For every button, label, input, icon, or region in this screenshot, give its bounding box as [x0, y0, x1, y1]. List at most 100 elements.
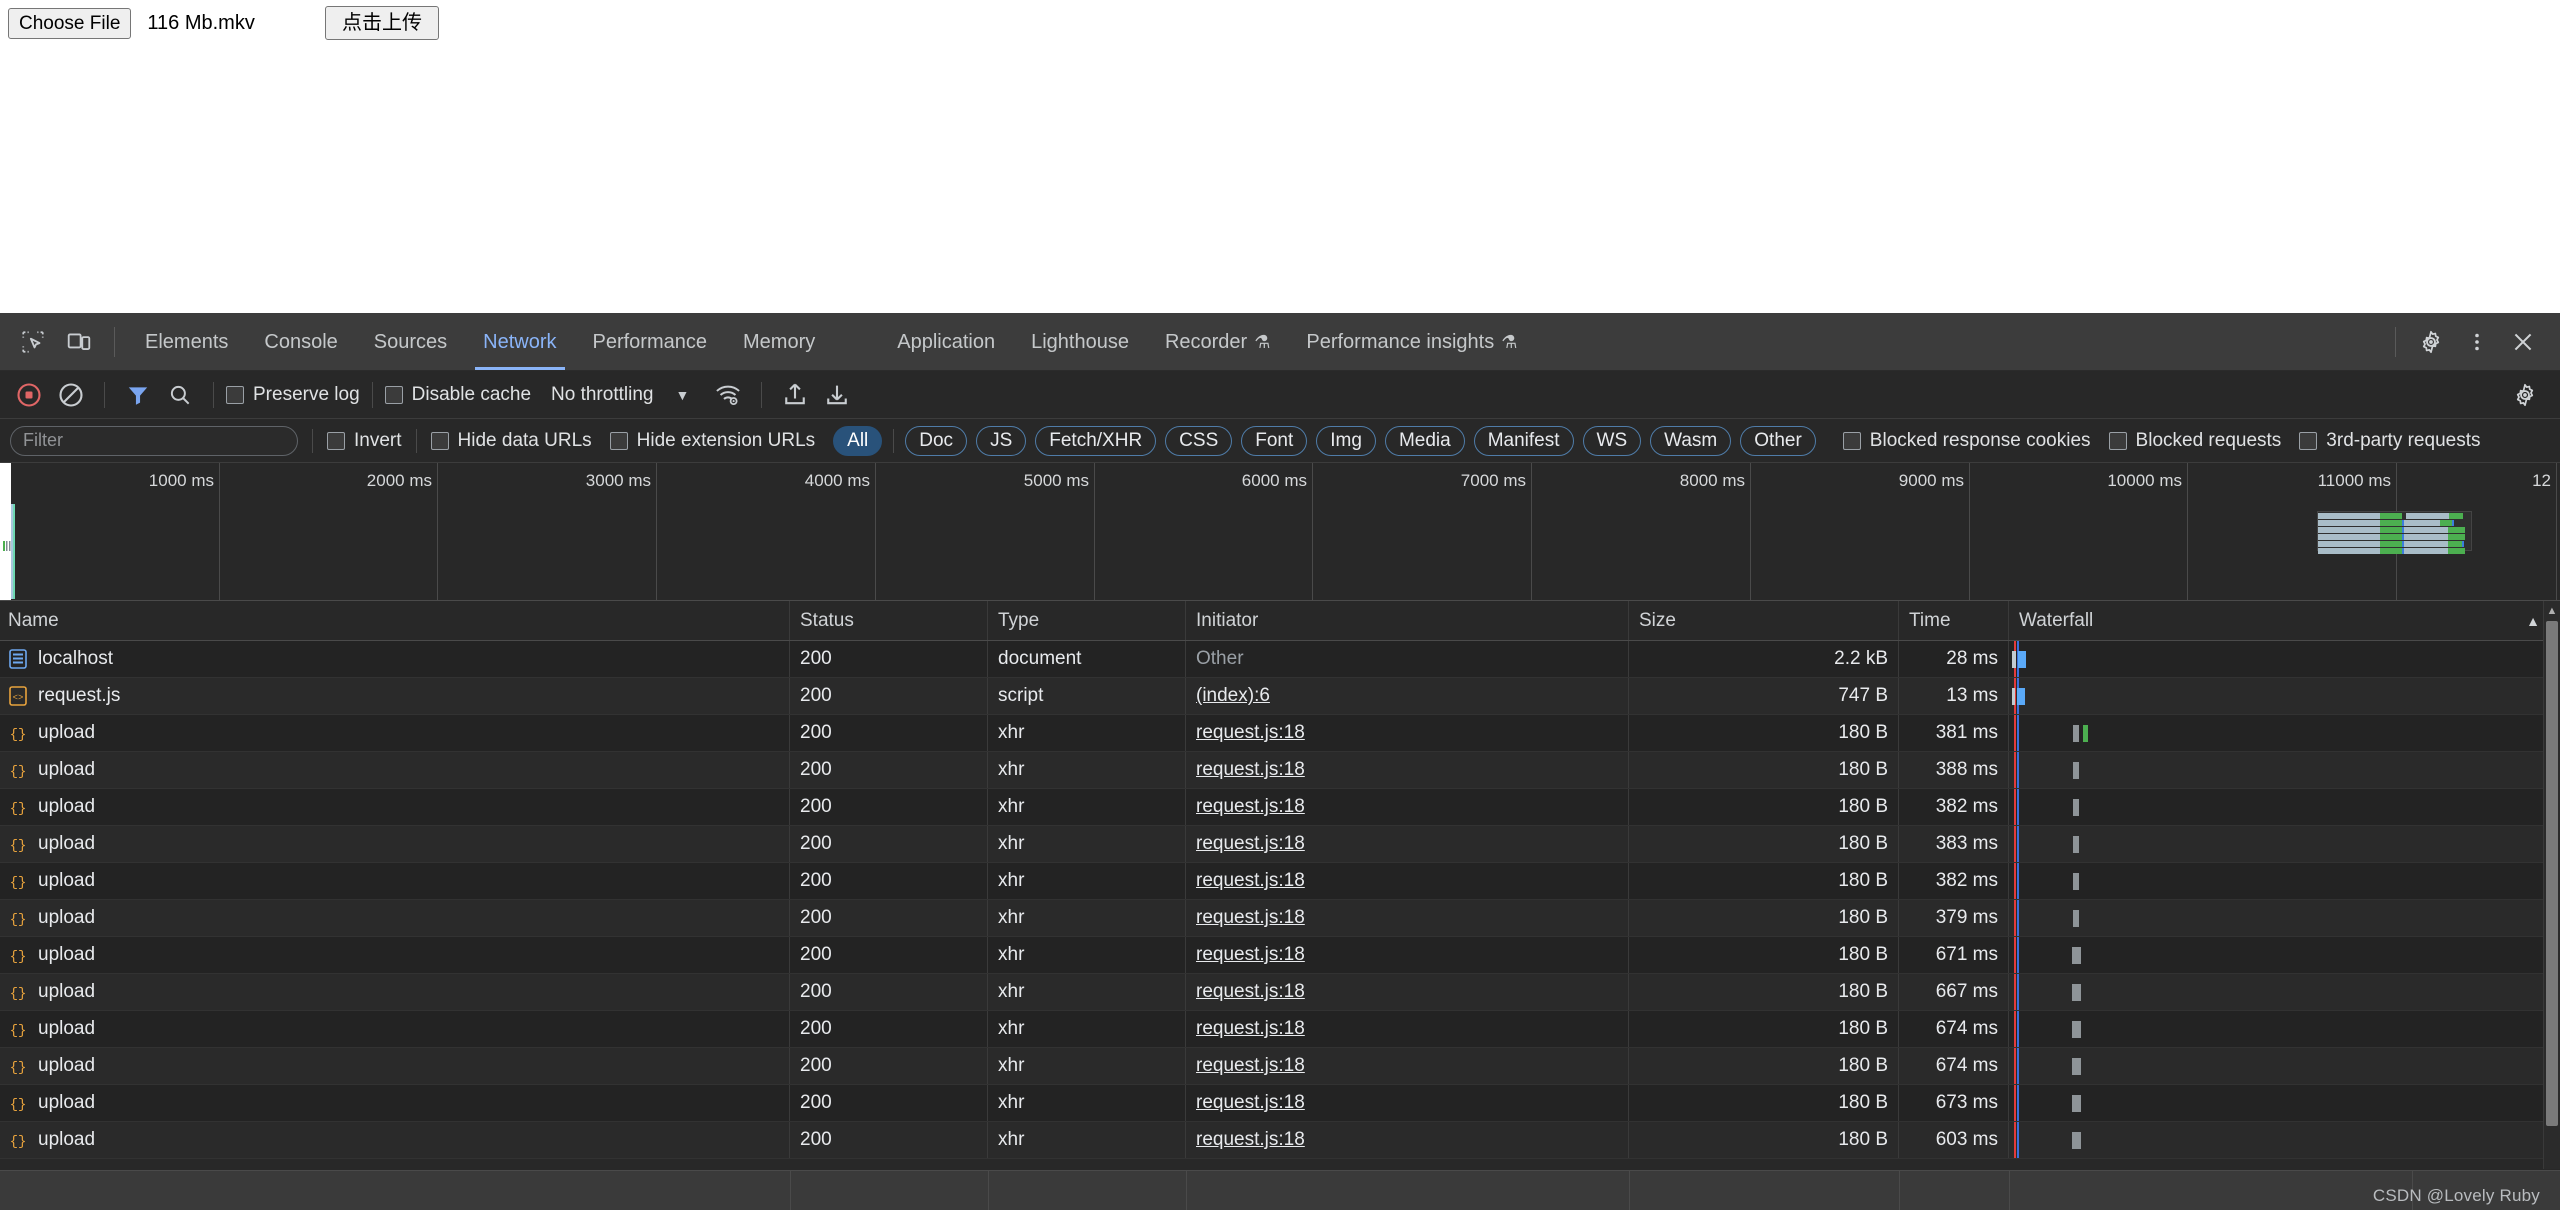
table-row[interactable]: {}upload200xhrrequest.js:18180 B382 ms: [0, 863, 2560, 900]
preserve-log-checkbox[interactable]: Preserve log: [226, 384, 360, 406]
table-row[interactable]: {}upload200xhrrequest.js:18180 B603 ms: [0, 1122, 2560, 1159]
filter-input[interactable]: [10, 426, 298, 456]
cell-initiator-text[interactable]: request.js:18: [1196, 870, 1305, 892]
close-icon[interactable]: [2500, 319, 2546, 365]
blocked-requests-checkbox[interactable]: Blocked requests: [2109, 430, 2282, 452]
hide-extension-urls-box[interactable]: [610, 432, 628, 450]
tab-sources[interactable]: Sources: [356, 314, 465, 370]
column-header-initiator[interactable]: Initiator: [1186, 601, 1629, 640]
preserve-log-box[interactable]: [226, 386, 244, 404]
cell-initiator-text[interactable]: request.js:18: [1196, 796, 1305, 818]
request-name: upload: [38, 796, 95, 818]
tab-elements[interactable]: Elements: [127, 314, 246, 370]
inspect-element-icon[interactable]: [10, 319, 56, 365]
tab-lighthouse[interactable]: Lighthouse: [1013, 314, 1147, 370]
blocked-response-cookies-checkbox[interactable]: Blocked response cookies: [1843, 430, 2091, 452]
cell-initiator-text[interactable]: request.js:18: [1196, 1092, 1305, 1114]
column-header-status[interactable]: Status: [790, 601, 988, 640]
cell-initiator-text[interactable]: request.js:18: [1196, 1018, 1305, 1040]
column-header-waterfall[interactable]: Waterfall ▲: [2009, 601, 2560, 640]
hide-extension-urls-checkbox[interactable]: Hide extension URLs: [610, 430, 815, 452]
column-header-name[interactable]: Name: [0, 601, 790, 640]
table-row[interactable]: {}upload200xhrrequest.js:18180 B674 ms: [0, 1048, 2560, 1085]
tab-memory[interactable]: Memory: [725, 314, 833, 370]
overview-left-handle[interactable]: [0, 463, 11, 601]
filter-button[interactable]: [117, 374, 159, 416]
third-party-requests-box[interactable]: [2299, 432, 2317, 450]
table-vertical-scrollbar[interactable]: ▲: [2543, 601, 2560, 1169]
disable-cache-checkbox[interactable]: Disable cache: [385, 384, 531, 406]
upload-button[interactable]: 点击上传: [325, 6, 439, 40]
record-stop-button[interactable]: [8, 374, 50, 416]
cell-initiator-text[interactable]: (index):6: [1196, 685, 1270, 707]
choose-file-button[interactable]: Choose File: [8, 8, 131, 39]
gear-icon[interactable]: [2408, 319, 2454, 365]
tab-recorder[interactable]: Recorder⚗: [1147, 314, 1288, 370]
clear-button[interactable]: [50, 374, 92, 416]
cell-initiator-text[interactable]: request.js:18: [1196, 759, 1305, 781]
type-filter-all[interactable]: All: [833, 426, 882, 456]
throttling-select[interactable]: No throttling: [551, 384, 653, 406]
table-row[interactable]: localhost200documentOther2.2 kB28 ms: [0, 641, 2560, 678]
type-filter-manifest[interactable]: Manifest: [1474, 426, 1574, 456]
invert-checkbox[interactable]: Invert: [327, 430, 402, 452]
type-filter-fetch-xhr[interactable]: Fetch/XHR: [1035, 426, 1156, 456]
scroll-up-icon[interactable]: ▲: [2544, 603, 2560, 619]
table-row[interactable]: {}upload200xhrrequest.js:18180 B383 ms: [0, 826, 2560, 863]
column-header-time[interactable]: Time: [1899, 601, 2009, 640]
table-row[interactable]: {}upload200xhrrequest.js:18180 B667 ms: [0, 974, 2560, 1011]
cell-type-text: xhr: [998, 1092, 1024, 1114]
network-overview-timeline[interactable]: 1000 ms2000 ms3000 ms4000 ms5000 ms6000 …: [0, 463, 2560, 601]
sort-ascending-icon[interactable]: ▲: [2526, 613, 2540, 629]
device-toolbar-icon[interactable]: [56, 319, 102, 365]
import-har-icon[interactable]: [774, 374, 816, 416]
cell-waterfall: [2009, 826, 2560, 862]
table-row[interactable]: {}upload200xhrrequest.js:18180 B671 ms: [0, 937, 2560, 974]
network-conditions-icon[interactable]: [707, 374, 749, 416]
table-row[interactable]: {}upload200xhrrequest.js:18180 B382 ms: [0, 789, 2560, 826]
table-row[interactable]: {}upload200xhrrequest.js:18180 B379 ms: [0, 900, 2560, 937]
cell-initiator-text[interactable]: request.js:18: [1196, 944, 1305, 966]
tab-application[interactable]: Application: [879, 314, 1013, 370]
network-settings-icon[interactable]: [2504, 374, 2546, 416]
type-filter-img[interactable]: Img: [1316, 426, 1376, 456]
blocked-requests-box[interactable]: [2109, 432, 2127, 450]
cell-initiator-text[interactable]: request.js:18: [1196, 1055, 1305, 1077]
cell-initiator-text[interactable]: request.js:18: [1196, 833, 1305, 855]
cell-initiator-text[interactable]: request.js:18: [1196, 981, 1305, 1003]
cell-initiator-text[interactable]: request.js:18: [1196, 722, 1305, 744]
type-filter-media[interactable]: Media: [1385, 426, 1465, 456]
hide-data-urls-checkbox[interactable]: Hide data URLs: [431, 430, 592, 452]
type-filter-css[interactable]: CSS: [1165, 426, 1232, 456]
column-header-type[interactable]: Type: [988, 601, 1186, 640]
type-filter-other[interactable]: Other: [1740, 426, 1816, 456]
cell-initiator-text[interactable]: request.js:18: [1196, 907, 1305, 929]
tab-performance[interactable]: Performance: [575, 314, 726, 370]
table-row[interactable]: {}upload200xhrrequest.js:18180 B388 ms: [0, 752, 2560, 789]
search-icon[interactable]: [159, 374, 201, 416]
chevron-down-icon[interactable]: ▼: [675, 387, 689, 403]
type-filter-ws[interactable]: WS: [1583, 426, 1642, 456]
invert-box[interactable]: [327, 432, 345, 450]
type-filter-font[interactable]: Font: [1241, 426, 1307, 456]
type-filter-js[interactable]: JS: [976, 426, 1026, 456]
cell-initiator-text[interactable]: request.js:18: [1196, 1129, 1305, 1151]
table-row[interactable]: {}upload200xhrrequest.js:18180 B381 ms: [0, 715, 2560, 752]
third-party-requests-checkbox[interactable]: 3rd-party requests: [2299, 430, 2480, 452]
tab-network[interactable]: Network: [465, 314, 574, 370]
export-har-icon[interactable]: [816, 374, 858, 416]
table-row[interactable]: {}upload200xhrrequest.js:18180 B674 ms: [0, 1011, 2560, 1048]
experiment-flask-icon: ⚗: [1501, 332, 1517, 352]
more-options-icon[interactable]: [2454, 319, 2500, 365]
disable-cache-box[interactable]: [385, 386, 403, 404]
column-header-size[interactable]: Size: [1629, 601, 1899, 640]
type-filter-doc[interactable]: Doc: [905, 426, 967, 456]
tab-performance-insights[interactable]: Performance insights⚗: [1288, 314, 1535, 370]
hide-data-urls-box[interactable]: [431, 432, 449, 450]
tab-console[interactable]: Console: [246, 314, 355, 370]
table-row[interactable]: <>request.js200script(index):6747 B13 ms: [0, 678, 2560, 715]
scrollbar-thumb[interactable]: [2546, 621, 2558, 1126]
blocked-response-cookies-box[interactable]: [1843, 432, 1861, 450]
type-filter-wasm[interactable]: Wasm: [1650, 426, 1731, 456]
table-row[interactable]: {}upload200xhrrequest.js:18180 B673 ms: [0, 1085, 2560, 1122]
